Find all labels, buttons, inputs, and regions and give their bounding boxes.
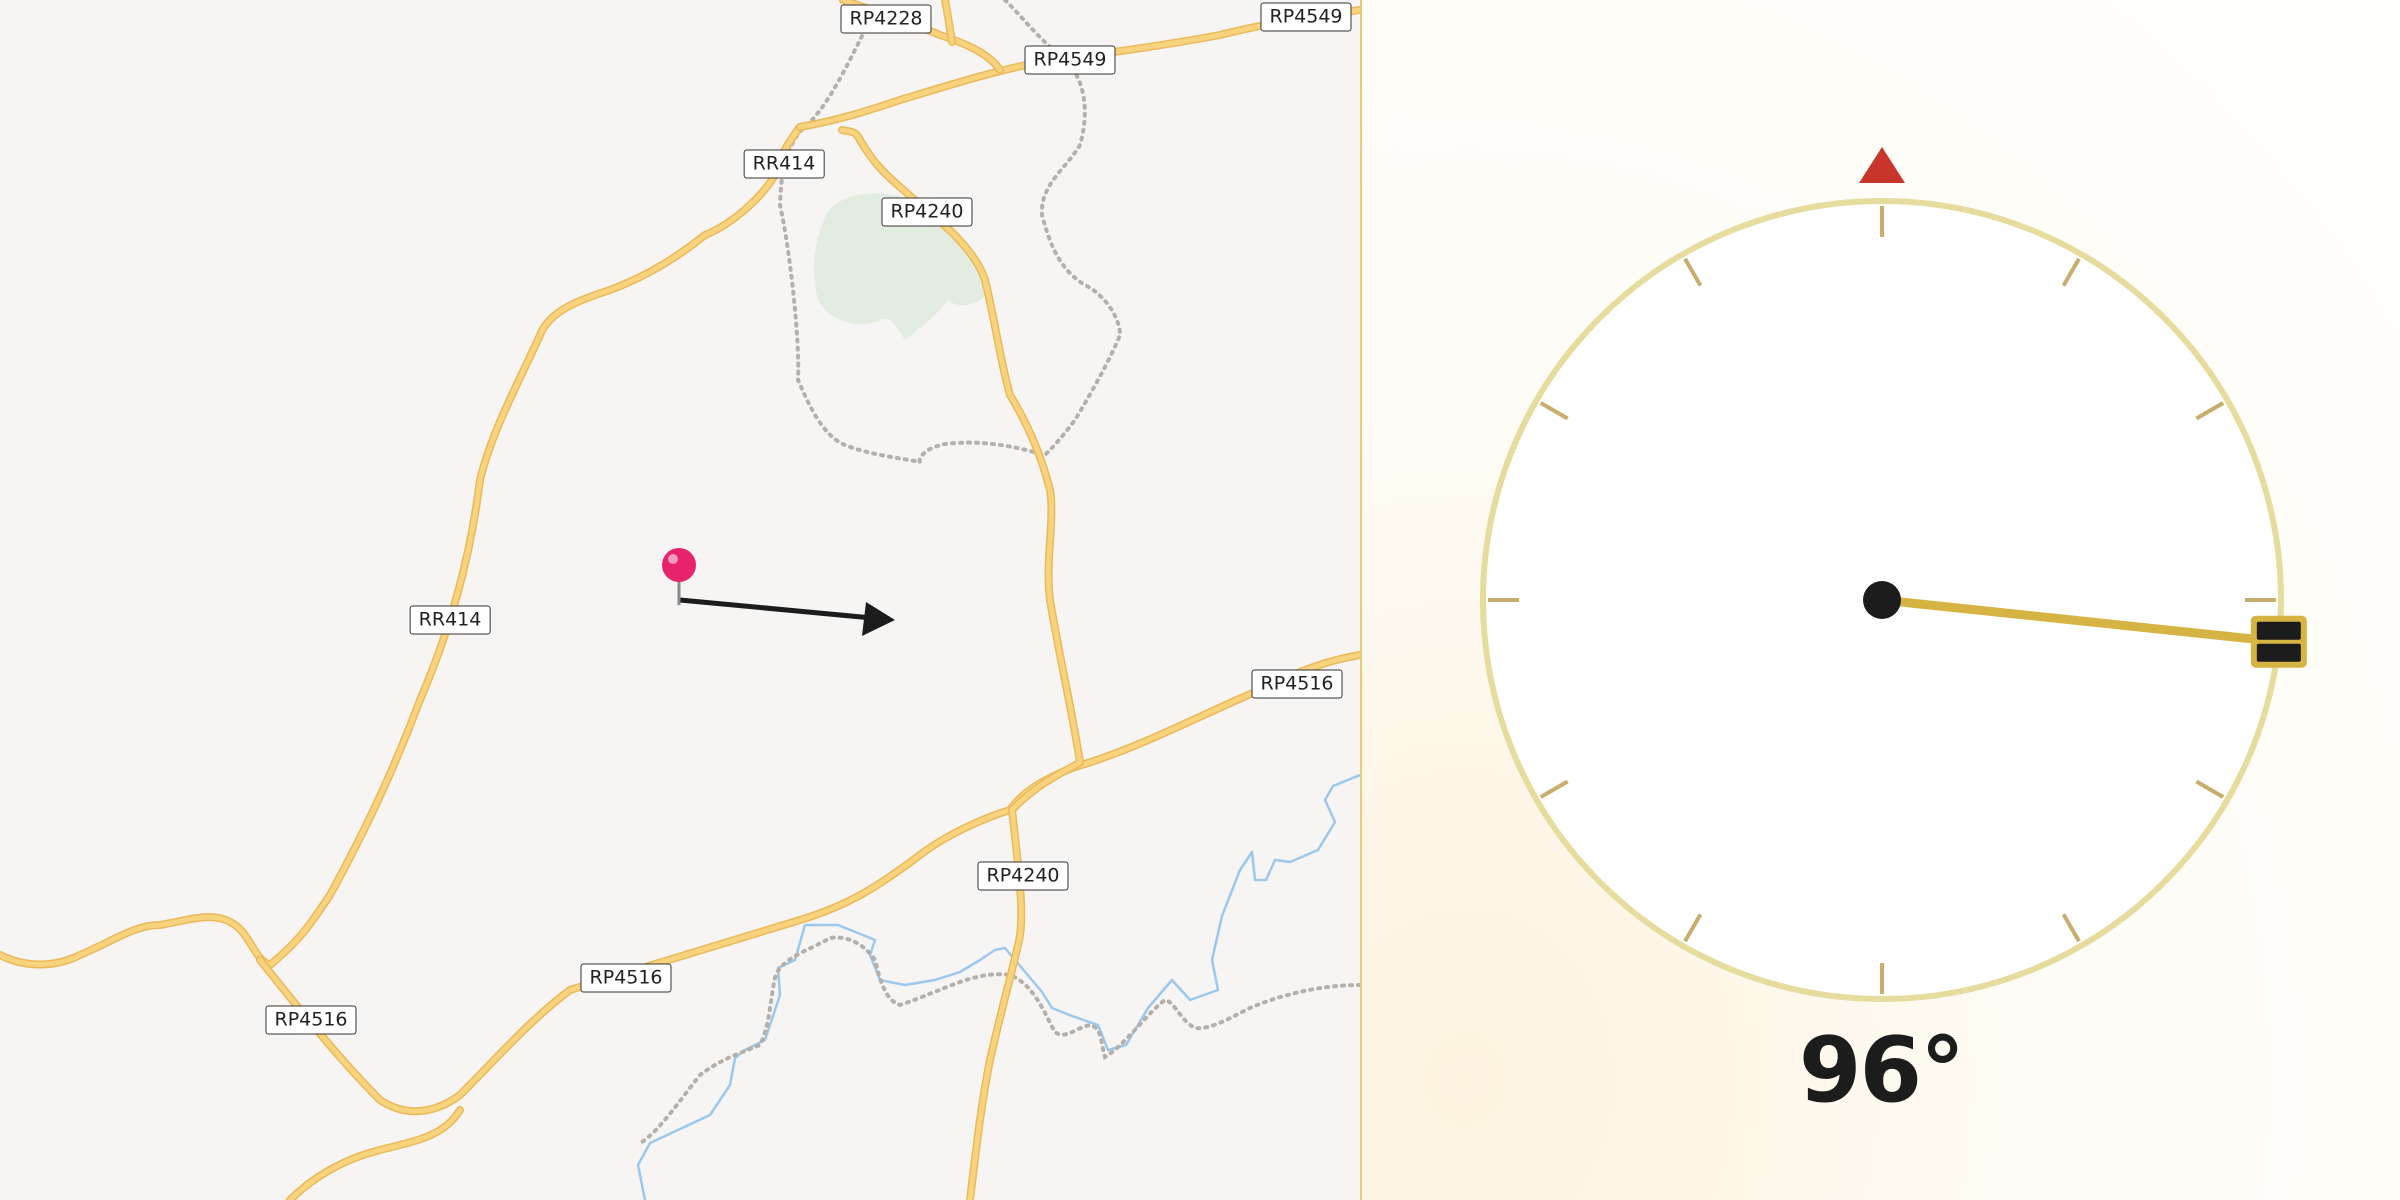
- road-label-rp4228: RP4228: [840, 4, 932, 34]
- heading-readout: 96°: [1798, 1018, 1965, 1123]
- map-pin-icon[interactable]: [662, 548, 696, 605]
- boundary-line: [640, 935, 1360, 1144]
- road-label-rr414-north: RR414: [743, 149, 825, 179]
- road-label-rp4240-north: RP4240: [881, 197, 973, 227]
- road-label-rp4549: RP4549: [1024, 45, 1116, 75]
- road-label-rp4516-west: RP4516: [265, 1005, 357, 1035]
- north-triangle-icon: [1859, 147, 1905, 183]
- road-label-rp4516-east: RP4516: [1251, 669, 1343, 699]
- drag-handle-icon[interactable]: [2250, 615, 2307, 668]
- road-label-rr414: RR414: [409, 605, 491, 635]
- map-canvas[interactable]: [0, 0, 1360, 1200]
- map-view[interactable]: RP4228 RP4549 RP4549 RR414 RP4240 RR414 …: [0, 0, 1360, 1200]
- heading-arrow-head: [862, 602, 895, 636]
- road-label-rp4240-south: RP4240: [977, 861, 1069, 891]
- dial-center-hub: [1863, 581, 1901, 619]
- heading-arrow-icon: [679, 597, 873, 621]
- heading-dial-panel: 96°: [1362, 0, 2400, 1200]
- river: [636, 773, 1360, 1200]
- road-label-rp4516-mid: RP4516: [580, 963, 672, 993]
- road-label-rp4549-top: RP4549: [1260, 2, 1352, 32]
